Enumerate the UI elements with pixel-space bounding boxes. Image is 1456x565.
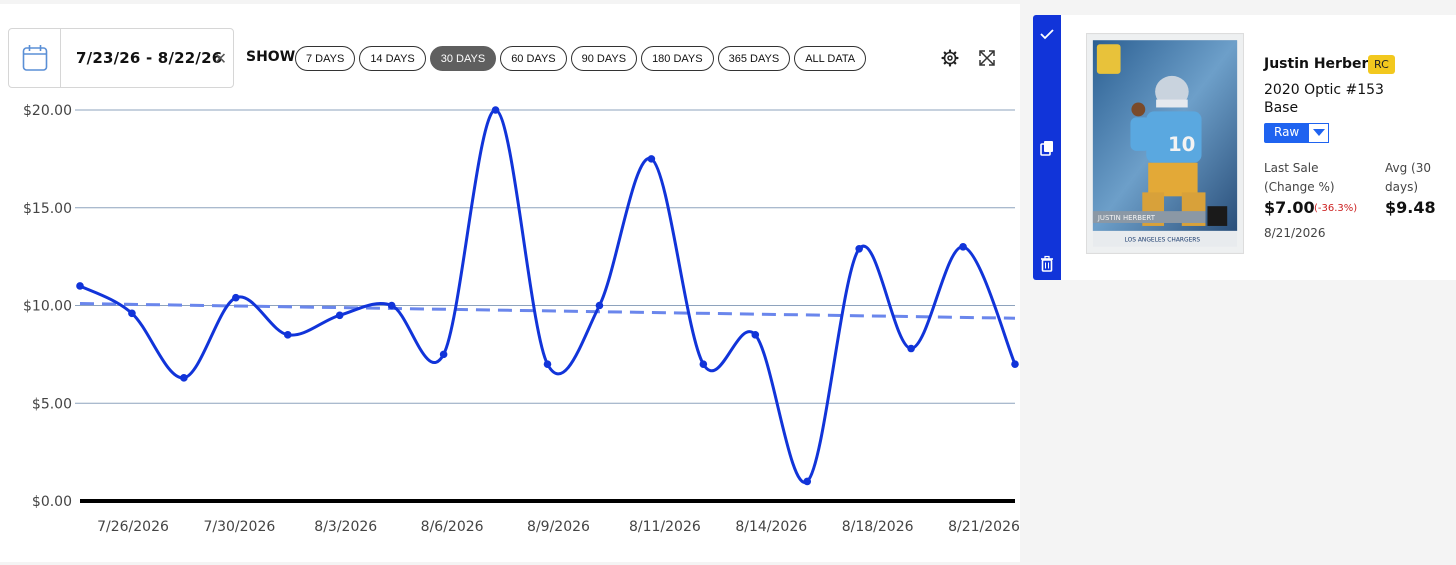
data-point[interactable] xyxy=(128,309,136,318)
data-point[interactable] xyxy=(959,243,967,251)
card-image[interactable]: 10 JUSTIN HERBERT LOS ANGELES CHARGERS xyxy=(1086,33,1244,254)
calendar-icon[interactable] xyxy=(9,29,61,87)
gear-icon[interactable] xyxy=(940,48,960,68)
price-series-line xyxy=(79,108,1017,484)
data-point[interactable] xyxy=(387,301,396,310)
date-range-value: 7/23/26 - 8/22/26 xyxy=(76,49,223,67)
card-action-bar xyxy=(1033,15,1061,280)
data-point[interactable] xyxy=(907,344,915,353)
data-point[interactable] xyxy=(543,360,552,368)
expand-icon[interactable] xyxy=(977,48,997,68)
y-tick-label: $0.00 xyxy=(32,494,72,510)
check-icon[interactable] xyxy=(1038,25,1056,43)
x-tick-label: 8/14/2026 xyxy=(735,519,807,535)
x-tick-label: 8/21/2026 xyxy=(948,519,1020,535)
data-point[interactable] xyxy=(491,106,500,114)
range-button-365-days[interactable]: 365 DAYS xyxy=(717,46,791,71)
y-tick-label: $15.00 xyxy=(23,201,72,217)
copy-icon[interactable] xyxy=(1038,139,1056,157)
data-point[interactable] xyxy=(283,331,292,339)
range-button-all-data[interactable]: ALL DATA xyxy=(794,46,867,71)
card-details-panel: 10 JUSTIN HERBERT LOS ANGELES CHARGERS J… xyxy=(1061,15,1456,280)
data-point[interactable] xyxy=(1011,360,1019,368)
change-percent: (-36.3%) xyxy=(1314,203,1358,214)
x-tick-label: 8/11/2026 xyxy=(629,519,701,535)
range-buttons: 7 DAYS 14 DAYS 30 DAYS 60 DAYS 90 DAYS 180 DA… xyxy=(295,46,867,71)
grade-select[interactable]: Raw xyxy=(1264,123,1330,143)
trash-icon[interactable] xyxy=(1038,255,1056,273)
range-button-90-days[interactable]: 90 DAYS xyxy=(570,46,638,71)
range-button-14-days[interactable]: 14 DAYS xyxy=(359,46,426,71)
x-tick-label: 8/6/2026 xyxy=(421,519,484,535)
chevron-down-icon[interactable] xyxy=(1309,123,1330,143)
y-tick-label: $10.00 xyxy=(23,299,72,315)
last-sale-date: 8/21/2026 xyxy=(1264,226,1326,240)
range-button-30-days[interactable]: 30 DAYS xyxy=(429,46,497,71)
card-image-team-text: LOS ANGELES CHARGERS xyxy=(1125,238,1201,244)
data-point[interactable] xyxy=(699,360,708,368)
data-point[interactable] xyxy=(439,350,448,359)
data-point[interactable] xyxy=(647,155,656,163)
data-point[interactable] xyxy=(751,331,760,339)
avg-price: $9.48 xyxy=(1385,198,1436,217)
x-tick-label: 8/18/2026 xyxy=(842,519,914,535)
avg-label: Avg (30 days) xyxy=(1385,161,1431,194)
data-point[interactable] xyxy=(76,282,84,290)
show-label: SHOW xyxy=(246,49,296,65)
y-tick-label: $20.00 xyxy=(23,103,72,119)
data-point[interactable] xyxy=(595,301,604,310)
player-name: Justin Herbert xyxy=(1264,56,1376,72)
x-tick-label: 8/3/2026 xyxy=(314,519,377,535)
card-set: 2020 Optic #153 xyxy=(1264,82,1384,98)
range-button-7-days[interactable]: 7 DAYS xyxy=(295,46,356,71)
x-tick-label: 8/9/2026 xyxy=(527,519,590,535)
range-button-60-days[interactable]: 60 DAYS xyxy=(500,46,567,71)
date-range-picker[interactable]: 7/23/26 - 8/22/26 ✕ xyxy=(8,28,234,88)
price-chart-panel: $0.00 $5.00 $10.00 $15.00 $20.00 7/26/2026 7/3… xyxy=(0,4,1020,562)
card-variant: Base xyxy=(1264,100,1299,116)
data-point[interactable] xyxy=(180,374,188,382)
data-point[interactable] xyxy=(335,311,344,320)
close-icon[interactable]: ✕ xyxy=(214,49,227,68)
range-button-180-days[interactable]: 180 DAYS xyxy=(641,46,714,71)
x-tick-label: 7/26/2026 xyxy=(97,519,169,535)
data-point[interactable] xyxy=(803,477,812,486)
last-sale-price: $7.00 xyxy=(1264,198,1315,217)
rc-badge: RC xyxy=(1368,55,1395,74)
svg-text:10: 10 xyxy=(1168,133,1195,156)
last-sale-label: Last Sale (Change %) xyxy=(1264,161,1335,194)
grade-value: Raw xyxy=(1264,123,1310,143)
data-point[interactable] xyxy=(232,293,240,302)
card-image-player-text: JUSTIN HERBERT xyxy=(1097,214,1156,222)
data-point[interactable] xyxy=(855,245,863,253)
x-tick-label: 7/30/2026 xyxy=(203,519,275,535)
y-tick-label: $5.00 xyxy=(32,396,72,412)
card-set-info: 2020 Optic #153 Base xyxy=(1264,81,1414,117)
